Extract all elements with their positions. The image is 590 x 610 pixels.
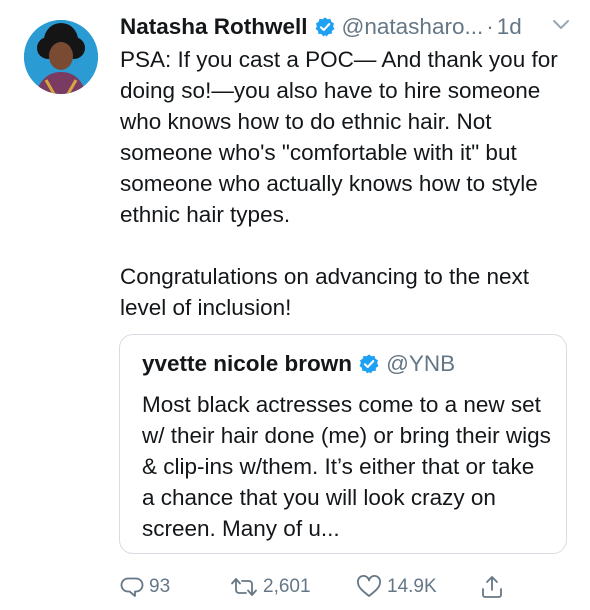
quoted-tweet-header: yvette nicole brown @YNB	[142, 349, 455, 379]
separator-dot: ·	[486, 14, 494, 39]
reply-button[interactable]: 93	[120, 572, 170, 602]
tweet-header: Natasha Rothwell @natasharo... · 1d	[120, 12, 522, 42]
share-icon	[480, 574, 504, 600]
quoted-tweet-card[interactable]: yvette nicole brown @YNB Most black actr…	[119, 334, 567, 554]
like-count: 14.9K	[387, 576, 437, 597]
retweet-icon	[230, 575, 258, 599]
like-button[interactable]: 14.9K	[356, 572, 437, 602]
tweet[interactable]: Natasha Rothwell @natasharo... · 1d PSA:…	[0, 0, 590, 610]
tweet-timestamp[interactable]: 1d	[497, 14, 522, 40]
author-display-name[interactable]: Natasha Rothwell	[120, 14, 308, 40]
reply-icon	[120, 575, 144, 599]
quoted-tweet-text: Most black actresses come to a new set w…	[142, 392, 551, 541]
tweet-actions: 93 2,601 14.9K	[120, 572, 570, 602]
verified-badge-icon	[314, 16, 336, 38]
tweet-paragraph: PSA: If you cast a POC— And thank you fo…	[120, 47, 558, 227]
retweet-button[interactable]: 2,601	[230, 572, 311, 602]
author-handle[interactable]: @natasharo...	[342, 14, 484, 40]
heart-icon	[356, 575, 382, 599]
retweet-count: 2,601	[263, 576, 311, 597]
reply-count: 93	[149, 576, 171, 597]
quoted-author-handle: @YNB	[386, 351, 456, 376]
share-button[interactable]	[480, 572, 504, 602]
tweet-text: PSA: If you cast a POC— And thank you fo…	[120, 44, 570, 323]
verified-badge-icon	[358, 353, 380, 375]
chevron-down-icon[interactable]	[552, 18, 570, 32]
avatar[interactable]	[24, 20, 98, 94]
tweet-paragraph: Congratulations on advancing to the next…	[120, 264, 530, 320]
quoted-author-display-name: yvette nicole brown	[142, 351, 353, 376]
